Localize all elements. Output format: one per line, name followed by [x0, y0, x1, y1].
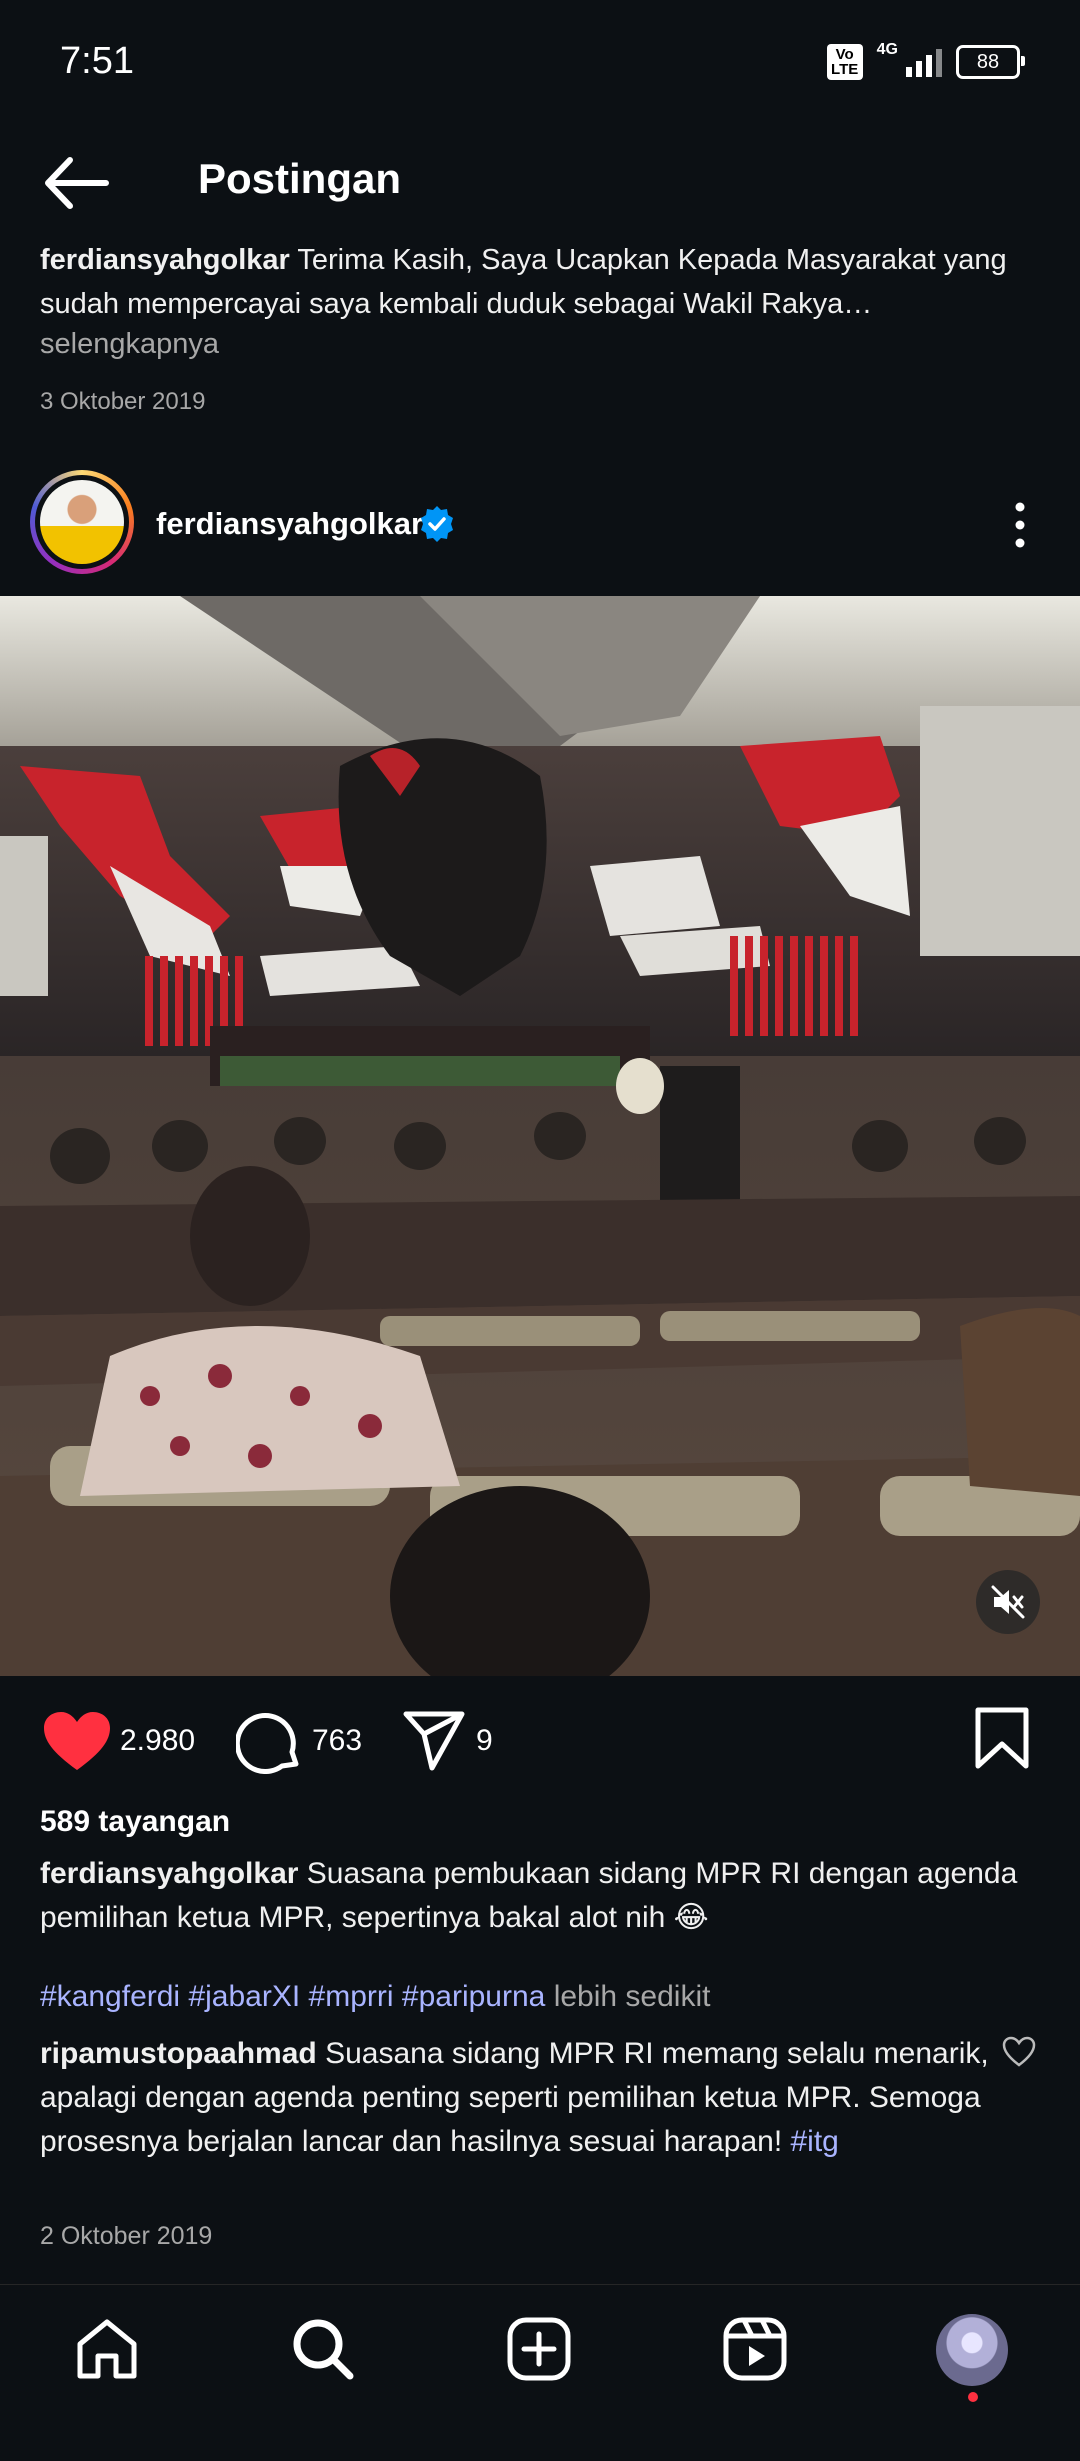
- comment-username[interactable]: ripamustopaahmad: [40, 2037, 317, 2070]
- show-less-link[interactable]: lebih sedikit: [554, 1980, 711, 2013]
- mute-button[interactable]: [976, 1570, 1040, 1634]
- more-options-icon[interactable]: [1002, 500, 1038, 550]
- bookmark-icon[interactable]: [974, 1706, 1030, 1770]
- hashtag-row: #kangferdi #jabarXI #mprri #paripurna le…: [40, 1980, 710, 2014]
- create-post-icon[interactable]: [506, 2316, 572, 2382]
- volte-icon: Vo LTE: [826, 44, 863, 80]
- previous-post-caption: ferdiansyahgolkar Terima Kasih, Saya Uca…: [40, 238, 1050, 326]
- like-heart-icon[interactable]: [42, 1710, 112, 1772]
- status-time: 7:51: [60, 40, 134, 82]
- post-video[interactable]: [0, 596, 1080, 1676]
- reels-icon[interactable]: [722, 2316, 788, 2382]
- avatar-image: [40, 480, 124, 564]
- comment-hashtag[interactable]: #itg: [791, 2125, 839, 2158]
- post-username[interactable]: ferdiansyahgolkar: [156, 506, 423, 542]
- shares-count[interactable]: 9: [476, 1724, 493, 1758]
- views-count: 589 tayangan: [40, 1805, 231, 1838]
- share-paper-plane-icon[interactable]: [402, 1710, 466, 1772]
- comment-like-heart-icon[interactable]: [1002, 2036, 1036, 2068]
- likes-count[interactable]: 2.980: [120, 1724, 195, 1758]
- speaker-muted-icon: [991, 1585, 1025, 1619]
- hashtag-link[interactable]: #mprri: [309, 1980, 394, 2013]
- post-avatar[interactable]: [30, 470, 134, 574]
- notification-dot: [968, 2392, 978, 2402]
- back-arrow-icon[interactable]: [40, 152, 110, 214]
- comments-count[interactable]: 763: [312, 1724, 362, 1758]
- previous-post-username[interactable]: ferdiansyahgolkar: [40, 244, 290, 276]
- verified-badge-icon: [421, 506, 453, 542]
- comment-item: ripamustopaahmad Suasana sidang MPR RI m…: [40, 2032, 990, 2164]
- post-date: 2 Oktober 2019: [40, 2222, 213, 2250]
- post-caption: ferdiansyahgolkar Suasana pembukaan sida…: [40, 1852, 1050, 1940]
- hashtag-link[interactable]: #kangferdi: [40, 1980, 180, 2013]
- page-title: Postingan: [198, 155, 402, 202]
- home-icon[interactable]: [74, 2316, 140, 2382]
- battery-icon: 88: [956, 45, 1025, 79]
- status-icons: Vo LTE 4G 88: [826, 41, 1025, 80]
- profile-avatar[interactable]: [936, 2314, 1008, 2386]
- video-frame: [0, 596, 1080, 1676]
- signal-icon: [906, 47, 942, 77]
- network-type: 4G: [876, 41, 898, 58]
- see-more-link[interactable]: selengkapnya: [40, 328, 219, 361]
- previous-post-date: 3 Oktober 2019: [40, 388, 206, 415]
- comment-icon[interactable]: [236, 1710, 302, 1774]
- caption-username[interactable]: ferdiansyahgolkar: [40, 1857, 298, 1890]
- search-icon[interactable]: [290, 2316, 356, 2382]
- hashtag-link[interactable]: #paripurna: [402, 1980, 545, 2013]
- battery-level: 88: [976, 50, 1000, 73]
- hashtag-link[interactable]: #jabarXI: [188, 1980, 300, 2013]
